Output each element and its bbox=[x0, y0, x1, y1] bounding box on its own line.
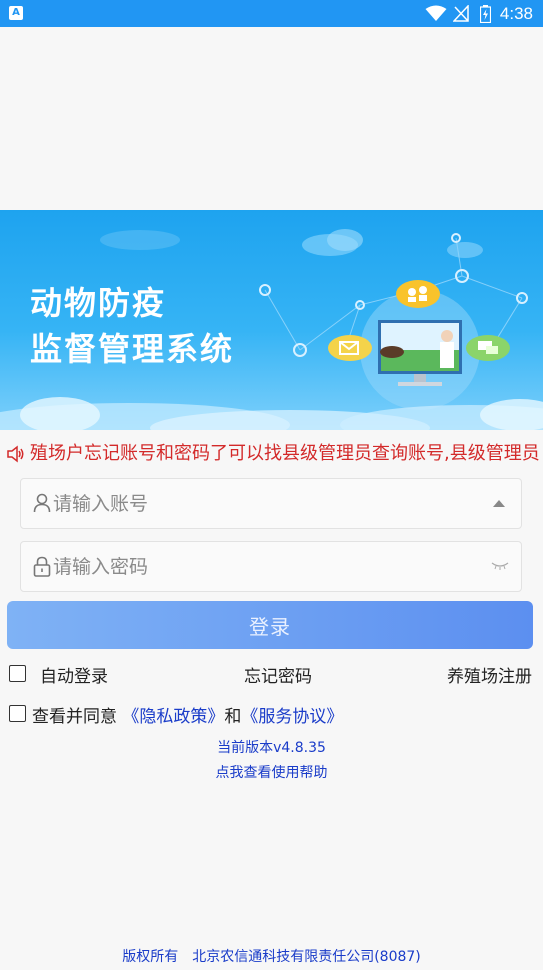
notice-text: 殖场户忘记账号和密码了可以找县级管理员查询账号,县级管理员忘 bbox=[30, 443, 540, 464]
user-icon bbox=[33, 493, 51, 513]
agree-checkbox[interactable] bbox=[9, 705, 26, 722]
forgot-password-link[interactable]: 忘记密码 bbox=[244, 662, 312, 687]
version-text: 当前版本v4.8.35 bbox=[217, 740, 326, 756]
footer: 版权所有 北京农信通科技有限责任公司(8087) bbox=[0, 946, 543, 966]
account-dropdown-icon[interactable] bbox=[493, 500, 505, 507]
password-field[interactable] bbox=[20, 541, 522, 592]
notice-marquee: 殖场户忘记账号和密码了可以找县级管理员查询账号,县级管理员忘 bbox=[0, 440, 543, 468]
auto-login-checkbox[interactable] bbox=[9, 665, 26, 682]
agreement-sentence: 查看并同意 《隐私政策》和《服务协议》 bbox=[32, 702, 343, 727]
register-farm-link[interactable]: 养殖场注册 bbox=[447, 662, 532, 687]
login-options-row: 自动登录 忘记密码 养殖场注册 bbox=[0, 660, 543, 688]
app-title-line1: 动物防疫 bbox=[30, 284, 167, 322]
account-input[interactable] bbox=[53, 479, 473, 528]
no-signal-icon bbox=[453, 5, 469, 22]
wifi-icon bbox=[425, 5, 447, 21]
banner: 动物防疫 监督管理系统 bbox=[0, 210, 543, 430]
password-input[interactable] bbox=[53, 542, 473, 591]
login-button[interactable]: 登录 bbox=[7, 601, 533, 649]
app-title-line2: 监督管理系统 bbox=[30, 330, 235, 368]
speaker-icon bbox=[7, 445, 24, 463]
privacy-policy-link[interactable]: 《隐私政策》 bbox=[122, 707, 224, 727]
agree-prefix: 查看并同意 bbox=[32, 707, 117, 727]
status-bar: A 4:38 bbox=[0, 0, 543, 27]
company-name: 北京农信通科技有限责任公司(8087) bbox=[192, 949, 421, 965]
status-time: 4:38 bbox=[499, 4, 533, 23]
agreement-row: 查看并同意 《隐私政策》和《服务协议》 bbox=[0, 700, 543, 728]
eye-closed-icon[interactable] bbox=[491, 562, 509, 570]
lock-icon bbox=[33, 556, 51, 577]
and-text: 和 bbox=[224, 707, 242, 727]
copyright-label: 版权所有 bbox=[122, 949, 179, 965]
app-notification-icon: A bbox=[9, 6, 23, 20]
auto-login-label[interactable]: 自动登录 bbox=[40, 662, 108, 687]
account-field[interactable] bbox=[20, 478, 522, 529]
help-link[interactable]: 点我查看使用帮助 bbox=[0, 762, 543, 782]
battery-charging-icon bbox=[480, 5, 491, 23]
service-agreement-link[interactable]: 《服务协议》 bbox=[241, 707, 343, 727]
